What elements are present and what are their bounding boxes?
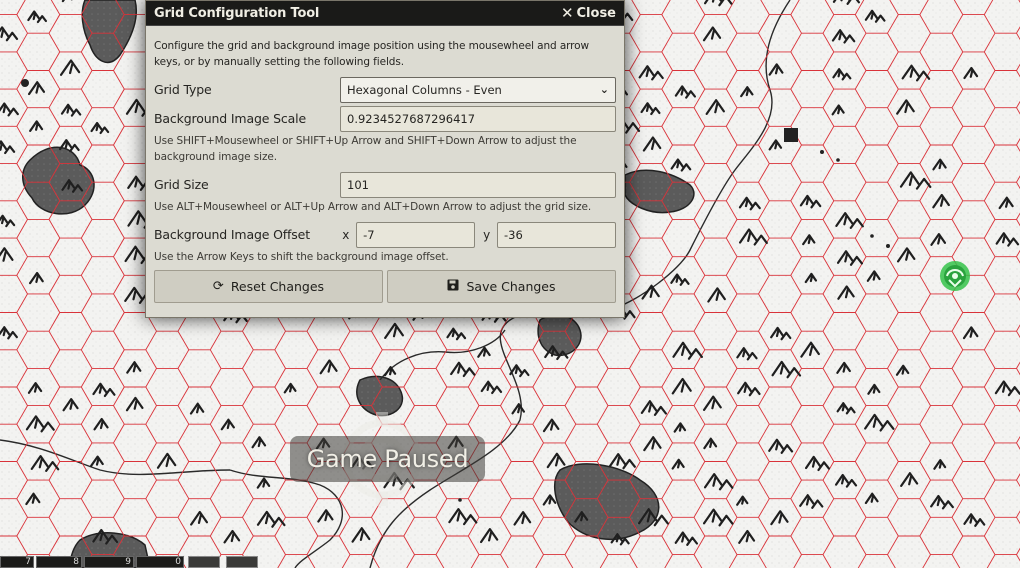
grid-type-select[interactable]: Hexagonal Columns - Even ⌄ [340,76,616,103]
grid-type-row: Grid Type Hexagonal Columns - Even ⌄ [154,75,616,104]
bg-offset-label: Background Image Offset [154,227,310,242]
save-icon [447,279,459,295]
hotbar-slot[interactable]: 0 [136,556,184,568]
grid-size-input[interactable]: 101 [340,171,616,198]
reset-label: Reset Changes [230,279,325,294]
reset-changes-button[interactable]: ⟳ Reset Changes [154,270,383,303]
hotbar-slot[interactable]: 9 [84,556,134,568]
bg-scale-input[interactable]: 0.9234527687296417 [340,105,616,132]
grid-size-hint: Use ALT+Mousewheel or ALT+Up Arrow and A… [154,201,592,213]
paused-label-box: Game Paused [290,436,485,482]
dialog-buttons: ⟳ Reset Changes Save Changes [154,270,616,303]
offset-y-input[interactable]: -36 [497,221,617,248]
offset-x-label: x [342,227,350,242]
close-label: Close [576,5,616,21]
grid-size-row: Grid Size 101 [154,170,616,199]
offset-x-input[interactable]: -7 [356,221,476,248]
bg-offset-hint: Use the Arrow Keys to shift the backgrou… [154,251,449,263]
bg-scale-hint: Use SHIFT+Mousewheel or SHIFT+Up Arrow a… [154,135,577,163]
dialog-title: Grid Configuration Tool [154,5,320,21]
dialog-body: Configure the grid and background image … [146,26,624,303]
bg-scale-row: Background Image Scale 0.923452768729641… [154,104,616,133]
grid-type-value: Hexagonal Columns - Even [347,82,502,97]
grid-size-label: Grid Size [154,177,209,192]
hotbar-page-tab[interactable] [188,556,220,568]
save-changes-button[interactable]: Save Changes [387,270,616,303]
dialog-intro: Configure the grid and background image … [154,40,589,68]
bg-offset-row: Background Image Offset x -7 y -36 [154,220,617,249]
player-token[interactable] [937,256,973,296]
close-button[interactable]: ✕ Close [560,3,616,22]
hotbar-collapse-tab[interactable] [226,556,258,568]
bg-scale-label: Background Image Scale [154,111,306,126]
game-paused-banner: Game Paused [290,410,490,508]
hotbar-slot[interactable]: 8 [36,556,82,568]
dialog-header[interactable]: Grid Configuration Tool ✕ Close [146,1,624,26]
grid-config-dialog: Grid Configuration Tool ✕ Close Configur… [145,0,625,318]
offset-y-label: y [483,227,491,242]
close-icon: ✕ [560,3,574,22]
paused-text: Game Paused [306,445,469,473]
chevron-down-icon: ⌄ [599,83,609,96]
save-label: Save Changes [466,279,556,294]
hotbar-slot[interactable]: 7 [0,556,34,568]
grid-type-label: Grid Type [154,82,212,97]
refresh-icon: ⟳ [212,279,224,294]
hotbar: 7 8 9 0 [0,556,260,568]
